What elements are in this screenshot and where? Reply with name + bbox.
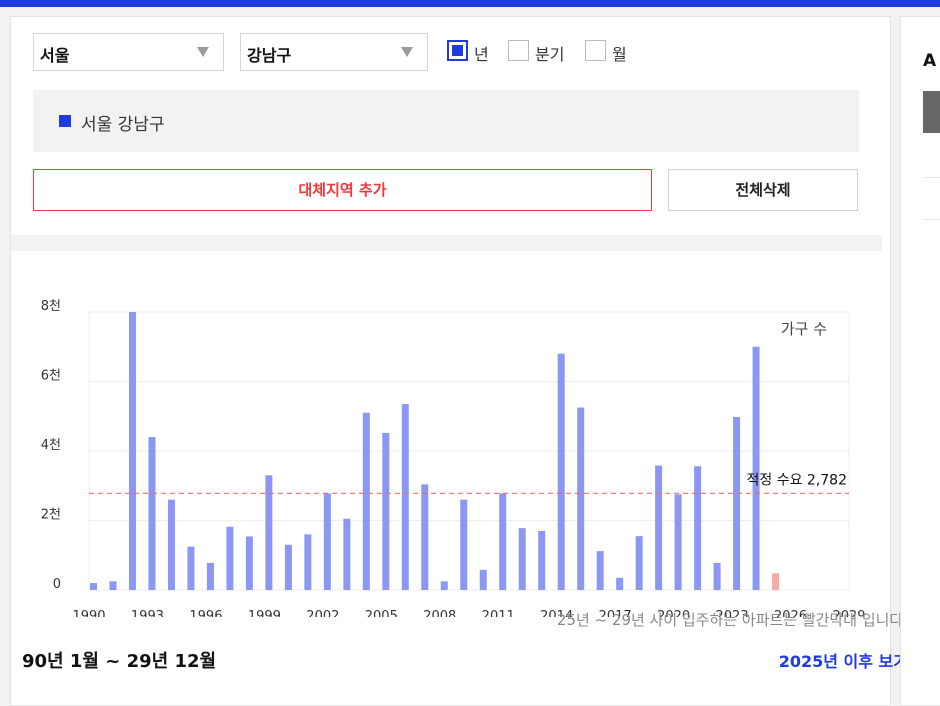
y-tick-label: 2천: [41, 508, 61, 523]
bar: [304, 534, 312, 590]
bar: [382, 432, 390, 590]
bar: [343, 518, 351, 590]
y-tick-label: 6천: [41, 369, 61, 384]
checkbox-year[interactable]: [447, 40, 468, 61]
bar: [674, 494, 682, 590]
side-table-row-divider: [923, 219, 940, 220]
district-select[interactable]: 강남구: [240, 33, 428, 71]
bar: [733, 416, 741, 590]
district-select-value: 강남구: [247, 46, 292, 65]
bar: [713, 562, 721, 590]
x-tick-label: 1996: [189, 609, 222, 617]
checkbox-month-label: 월: [612, 45, 627, 64]
bar: [460, 499, 468, 590]
series-label: 가구 수: [781, 320, 827, 338]
delete-all-button[interactable]: 전체삭제: [668, 169, 858, 211]
bar: [518, 528, 526, 590]
chart-note: 25년 ~ 29년 사이 입주하는 아파트는 빨간막대 입니다.: [556, 611, 908, 629]
side-table-header: [923, 91, 940, 133]
side-panel: A: [900, 16, 940, 706]
bar: [148, 437, 156, 590]
bar: [362, 412, 370, 590]
bar: [596, 551, 604, 590]
bar: [245, 536, 253, 590]
x-tick-label: 2008: [423, 609, 456, 617]
bar: [557, 353, 565, 590]
checkbox-year-label: 년: [474, 45, 489, 64]
bar: [655, 465, 663, 590]
top-accent-bar: [0, 0, 940, 7]
view-after-2025-link[interactable]: 2025년 이후 보기: [779, 648, 908, 672]
main-panel: 서울 강남구 년 분기 월 서울 강남구 대체지역 추가 전체삭제 0 2천 4천 6…: [10, 16, 891, 706]
checkbox-month[interactable]: [585, 40, 606, 61]
x-tick-label: 1990: [72, 609, 105, 617]
bar: [90, 583, 97, 590]
x-tick-label: 2005: [365, 609, 398, 617]
bar: [616, 577, 624, 590]
bar: [635, 536, 643, 590]
future-bar: [772, 573, 780, 590]
bar: [128, 312, 136, 590]
bar: [187, 546, 195, 590]
bar: [752, 346, 760, 590]
legend-square-icon: [59, 115, 71, 127]
bar: [206, 562, 214, 590]
add-alternate-region-button[interactable]: 대체지역 추가: [33, 169, 652, 211]
city-select-value: 서울: [40, 46, 70, 65]
bar: [284, 544, 292, 590]
demand-line-label: 적정 수요 2,782: [747, 472, 848, 488]
bar: [421, 484, 429, 590]
bar: [538, 530, 546, 590]
checkbox-quarter[interactable]: [508, 40, 529, 61]
side-table-row-divider: [923, 177, 940, 178]
bar: [226, 526, 234, 590]
bar: [167, 499, 175, 590]
x-tick-label: 2011: [482, 609, 515, 617]
section-divider: [11, 235, 882, 251]
checkbox-quarter-label: 분기: [535, 45, 565, 64]
bar: [440, 581, 448, 590]
y-tick-label: 0: [53, 577, 61, 592]
side-panel-title: A: [923, 51, 937, 71]
bar: [401, 404, 409, 590]
bar: [577, 407, 585, 590]
period-range-label: 90년 1월 ~ 29년 12월: [22, 651, 217, 672]
bar: [499, 493, 507, 590]
bar: [694, 466, 702, 590]
bar: [265, 475, 273, 590]
city-select[interactable]: 서울: [33, 33, 224, 71]
chevron-down-icon: [401, 47, 413, 57]
selected-region-label: 서울 강남구: [81, 115, 165, 135]
supply-bar-chart: 0 2천 4천 6천 8천 1990 1993 1996 1999 2002 2005 2008 201…: [41, 299, 866, 617]
bar: [109, 581, 117, 590]
bar: [479, 569, 487, 590]
x-tick-label: 1999: [248, 609, 281, 617]
chevron-down-icon: [197, 47, 209, 57]
selected-region-box: 서울 강남구: [33, 90, 859, 152]
x-tick-label: 2002: [306, 609, 339, 617]
bar: [323, 493, 331, 590]
x-tick-label: 1993: [131, 609, 164, 617]
y-tick-label: 4천: [41, 438, 61, 453]
y-tick-label: 8천: [41, 299, 61, 314]
